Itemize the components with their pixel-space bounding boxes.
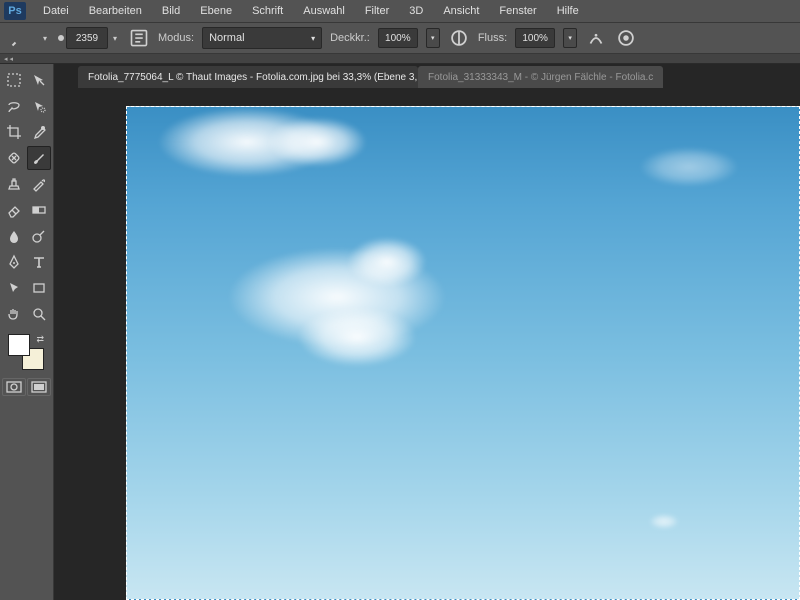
image-content — [267, 117, 367, 167]
menu-type[interactable]: Schrift — [243, 2, 292, 20]
path-select-tool[interactable] — [2, 276, 26, 300]
type-tool[interactable] — [27, 250, 51, 274]
hand-tool[interactable] — [2, 302, 26, 326]
clone-stamp-tool[interactable] — [2, 172, 26, 196]
healing-brush-tool[interactable] — [2, 146, 26, 170]
quick-select-tool[interactable] — [27, 94, 51, 118]
brush-picker-dropdown[interactable]: ▾ — [110, 29, 120, 47]
airbrush-toggle[interactable] — [585, 27, 607, 49]
canvas-viewport[interactable] — [54, 88, 800, 600]
menu-layer[interactable]: Ebene — [191, 2, 241, 20]
screen-mode-toggle[interactable] — [27, 378, 51, 396]
blend-mode-value: Normal — [209, 32, 244, 44]
menu-image[interactable]: Bild — [153, 2, 189, 20]
canvas[interactable] — [126, 106, 800, 600]
brush-preview-icon — [58, 35, 64, 41]
chevron-down-icon: ▾ — [311, 34, 315, 43]
brush-panel-toggle[interactable] — [128, 27, 150, 49]
main-area: ⇄ Fotolia_7775064_L © Thaut Images - Fot… — [0, 64, 800, 600]
menu-edit[interactable]: Bearbeiten — [80, 2, 151, 20]
document-tab-inactive[interactable]: Fotolia_31333343_M - © Jürgen Fälchle - … — [418, 66, 663, 88]
menu-window[interactable]: Fenster — [490, 2, 545, 20]
panel-collapse-handle[interactable]: ◂◂ — [0, 54, 800, 64]
quick-mask-toggle[interactable] — [2, 378, 26, 396]
foreground-color[interactable] — [8, 334, 30, 356]
app-logo[interactable]: Ps — [4, 2, 26, 20]
document-tab-active[interactable]: Fotolia_7775064_L © Thaut Images - Fotol… — [78, 66, 418, 88]
mode-label: Modus: — [158, 32, 194, 44]
crop-tool[interactable] — [2, 120, 26, 144]
image-content — [297, 307, 417, 367]
tools-panel: ⇄ — [0, 64, 54, 600]
document-tab-title: Fotolia_31333343_M - © Jürgen Fälchle - … — [428, 72, 653, 83]
pressure-size-toggle[interactable] — [615, 27, 637, 49]
blend-mode-select[interactable]: Normal ▾ — [202, 27, 322, 49]
flow-label: Fluss: — [478, 32, 507, 44]
color-swatches[interactable]: ⇄ — [8, 334, 44, 370]
image-content — [649, 514, 679, 529]
marquee-tool[interactable] — [2, 68, 26, 92]
gradient-tool[interactable] — [27, 198, 51, 222]
menu-3d[interactable]: 3D — [400, 2, 432, 20]
dodge-tool[interactable] — [27, 224, 51, 248]
document-tabs: Fotolia_7775064_L © Thaut Images - Fotol… — [54, 64, 800, 88]
move-tool[interactable] — [27, 68, 51, 92]
tool-preset-dropdown[interactable]: ▾ — [40, 29, 50, 47]
options-bar: ▾ 2359 ▾ Modus: Normal ▾ Deckkr.: 100% ▾… — [0, 22, 800, 54]
image-content — [347, 237, 427, 287]
eraser-tool[interactable] — [2, 198, 26, 222]
brush-tool[interactable] — [27, 146, 51, 170]
menu-filter[interactable]: Filter — [356, 2, 398, 20]
document-area: Fotolia_7775064_L © Thaut Images - Fotol… — [54, 64, 800, 600]
rectangle-tool[interactable] — [27, 276, 51, 300]
blur-tool[interactable] — [2, 224, 26, 248]
pen-tool[interactable] — [2, 250, 26, 274]
opacity-label: Deckkr.: — [330, 32, 370, 44]
swap-colors-icon[interactable]: ⇄ — [36, 334, 44, 345]
tool-preset-icon[interactable] — [8, 26, 32, 50]
menu-file[interactable]: Datei — [34, 2, 78, 20]
menu-help[interactable]: Hilfe — [548, 2, 588, 20]
flow-dropdown[interactable]: ▾ — [563, 28, 577, 48]
flow-input[interactable]: 100% — [515, 28, 555, 48]
opacity-dropdown[interactable]: ▾ — [426, 28, 440, 48]
opacity-input[interactable]: 100% — [378, 28, 418, 48]
eyedropper-tool[interactable] — [27, 120, 51, 144]
menu-view[interactable]: Ansicht — [434, 2, 488, 20]
lasso-tool[interactable] — [2, 94, 26, 118]
zoom-tool[interactable] — [27, 302, 51, 326]
history-brush-tool[interactable] — [27, 172, 51, 196]
menu-bar: Ps Datei Bearbeiten Bild Ebene Schrift A… — [0, 0, 800, 22]
document-tab-title: Fotolia_7775064_L © Thaut Images - Fotol… — [88, 72, 418, 83]
brush-size-input[interactable]: 2359 — [66, 27, 108, 49]
pressure-opacity-toggle[interactable] — [448, 27, 470, 49]
image-content — [639, 147, 739, 187]
menu-select[interactable]: Auswahl — [294, 2, 354, 20]
